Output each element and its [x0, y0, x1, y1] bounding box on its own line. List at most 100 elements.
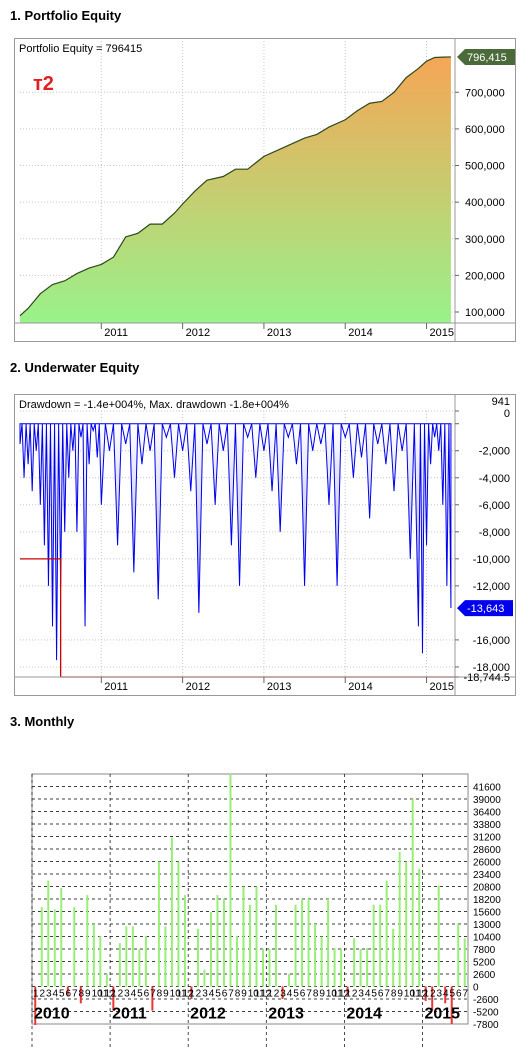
equity-tag: т2	[33, 73, 54, 95]
underwater-y-tick-label: -2,000	[479, 446, 510, 458]
monthly-bar	[203, 969, 206, 987]
monthly-month-label: 5	[215, 989, 221, 1000]
monthly-bar	[209, 911, 212, 987]
monthly-month-label: 4	[287, 989, 293, 1000]
monthly-y-tick-label: 31200	[473, 833, 501, 844]
monthly-month-label: 3	[124, 989, 130, 1000]
monthly-y-tick-label: 2600	[473, 970, 496, 981]
equity-area	[20, 56, 451, 323]
underwater-chart-title: Drawdown = -1.4e+004%, Max. drawdown -1.…	[19, 399, 289, 411]
monthly-bar	[177, 861, 180, 987]
underwater-y-tick-label: 941	[492, 396, 510, 408]
monthly-y-tick-label: 5200	[473, 958, 496, 969]
monthly-month-label: 9	[397, 989, 403, 1000]
monthly-year-label: 2012	[190, 1006, 226, 1023]
monthly-month-label: 1	[111, 989, 117, 1000]
monthly-month-label: 6	[456, 989, 462, 1000]
equity-y-tick-label: 200,000	[465, 270, 505, 282]
monthly-bar	[307, 899, 310, 987]
underwater-y-tick-label: -4,000	[479, 473, 510, 485]
monthly-month-label: 7	[306, 989, 312, 1000]
monthly-bar	[125, 926, 128, 987]
monthly-month-label: 4	[443, 989, 449, 1000]
monthly-bar	[118, 943, 121, 987]
monthly-chart: 1 2 3 4 5 6 7 8 9 1011121 2 3 4 5 6 7 8 9 1011121 2 3 4 5 6 7 8 9 1…	[31, 773, 501, 1050]
monthly-month-label: 4	[365, 989, 371, 1000]
monthly-bar	[314, 924, 317, 987]
monthly-bar	[47, 880, 50, 987]
monthly-bar	[463, 938, 466, 987]
monthly-month-label: 7	[462, 989, 468, 1000]
monthly-month-label: 4	[131, 989, 137, 1000]
monthly-month-label: 8	[391, 989, 397, 1000]
monthly-bar	[99, 936, 102, 987]
monthly-month-label: 5	[59, 989, 65, 1000]
monthly-month-label: 2	[430, 989, 436, 1000]
monthly-bar	[327, 899, 330, 987]
monthly-y-tick-label: 23400	[473, 870, 501, 881]
monthly-bar	[255, 886, 258, 987]
monthly-bar	[170, 837, 173, 987]
monthly-bar	[385, 880, 388, 987]
monthly-bar	[333, 948, 336, 987]
monthly-bar	[40, 907, 43, 987]
monthly-bar	[144, 936, 147, 987]
monthly-y-tick-label: -5200	[473, 1008, 499, 1019]
monthly-bar	[216, 895, 219, 987]
monthly-bar	[437, 885, 440, 987]
equity-x-tick-label: 2015	[430, 327, 454, 339]
monthly-bar	[405, 861, 408, 987]
monthly-month-label: 6	[300, 989, 306, 1000]
monthly-bar	[268, 949, 271, 987]
monthly-bar	[92, 924, 95, 987]
underwater-chart-panel: 941 0 -2,000 -4,000 -6,000 -8,000 -10,000 -12,0…	[14, 394, 516, 696]
underwater-area	[19, 423, 452, 661]
monthly-bar	[60, 887, 63, 987]
monthly-bar	[379, 904, 382, 987]
monthly-year-label: 2015	[424, 1006, 460, 1023]
monthly-month-label: 9	[85, 989, 91, 1000]
monthly-month-label: 2	[118, 989, 124, 1000]
monthly-bar	[229, 774, 232, 987]
monthly-y-tick-label: 20800	[473, 883, 501, 894]
monthly-month-label: 5	[449, 989, 455, 1000]
underwater-x-tick-label: 2014	[348, 681, 372, 693]
monthly-bar	[157, 861, 160, 987]
monthly-y-tick-label: 39000	[473, 795, 501, 806]
monthly-year-label: 2010	[34, 1006, 70, 1023]
monthly-month-label: 3	[358, 989, 364, 1000]
monthly-bar	[418, 868, 421, 987]
monthly-bar	[53, 909, 56, 987]
monthly-month-label: 8	[79, 989, 85, 1000]
underwater-x-tick-label: 2011	[104, 681, 128, 693]
underwater-y-tick-label: -12,000	[473, 581, 510, 593]
monthly-year-label: 2011	[112, 1006, 147, 1023]
monthly-month-label: 3	[436, 989, 442, 1000]
monthly-bar	[294, 904, 297, 987]
monthly-month-label: 9	[163, 989, 169, 1000]
monthly-month-label: 8	[157, 989, 163, 1000]
underwater-y-tick-label: -8,000	[479, 527, 510, 539]
equity-chart-panel: 100,000 200,000 300,000 400,000 500,000 600,0…	[14, 38, 516, 342]
monthly-bar	[353, 938, 356, 987]
monthly-bar	[320, 936, 323, 987]
underwater-chart: 9410 -2,000 -4,000 -6,000 -8,000 -10,000 -12,0…	[15, 395, 515, 695]
equity-chart-title: Portfolio Equity = 796415	[19, 43, 142, 55]
underwater-x-tick-label: 2015	[430, 681, 454, 693]
monthly-month-label: 9	[319, 989, 325, 1000]
monthly-y-tick-label: 41600	[473, 783, 501, 794]
monthly-month-label: 8	[313, 989, 319, 1000]
monthly-month-label: 2	[40, 989, 46, 1000]
equity-x-tick-label: 2014	[348, 327, 372, 339]
monthly-month-label: 9	[241, 989, 247, 1000]
monthly-month-label: 2	[352, 989, 358, 1000]
underwater-y-tick-label: -10,000	[473, 554, 510, 566]
monthly-month-label: 3	[280, 989, 286, 1000]
equity-chart: 100,000 200,000 300,000 400,000 500,000 600,0…	[15, 39, 515, 341]
underwater-y-tick-label: -18,744.5	[464, 672, 510, 684]
monthly-month-label: 7	[150, 989, 156, 1000]
monthly-month-label: 6	[222, 989, 228, 1000]
equity-y-tick-label: 600,000	[465, 124, 505, 136]
monthly-bar	[457, 924, 460, 987]
monthly-month-label: 2	[274, 989, 280, 1000]
